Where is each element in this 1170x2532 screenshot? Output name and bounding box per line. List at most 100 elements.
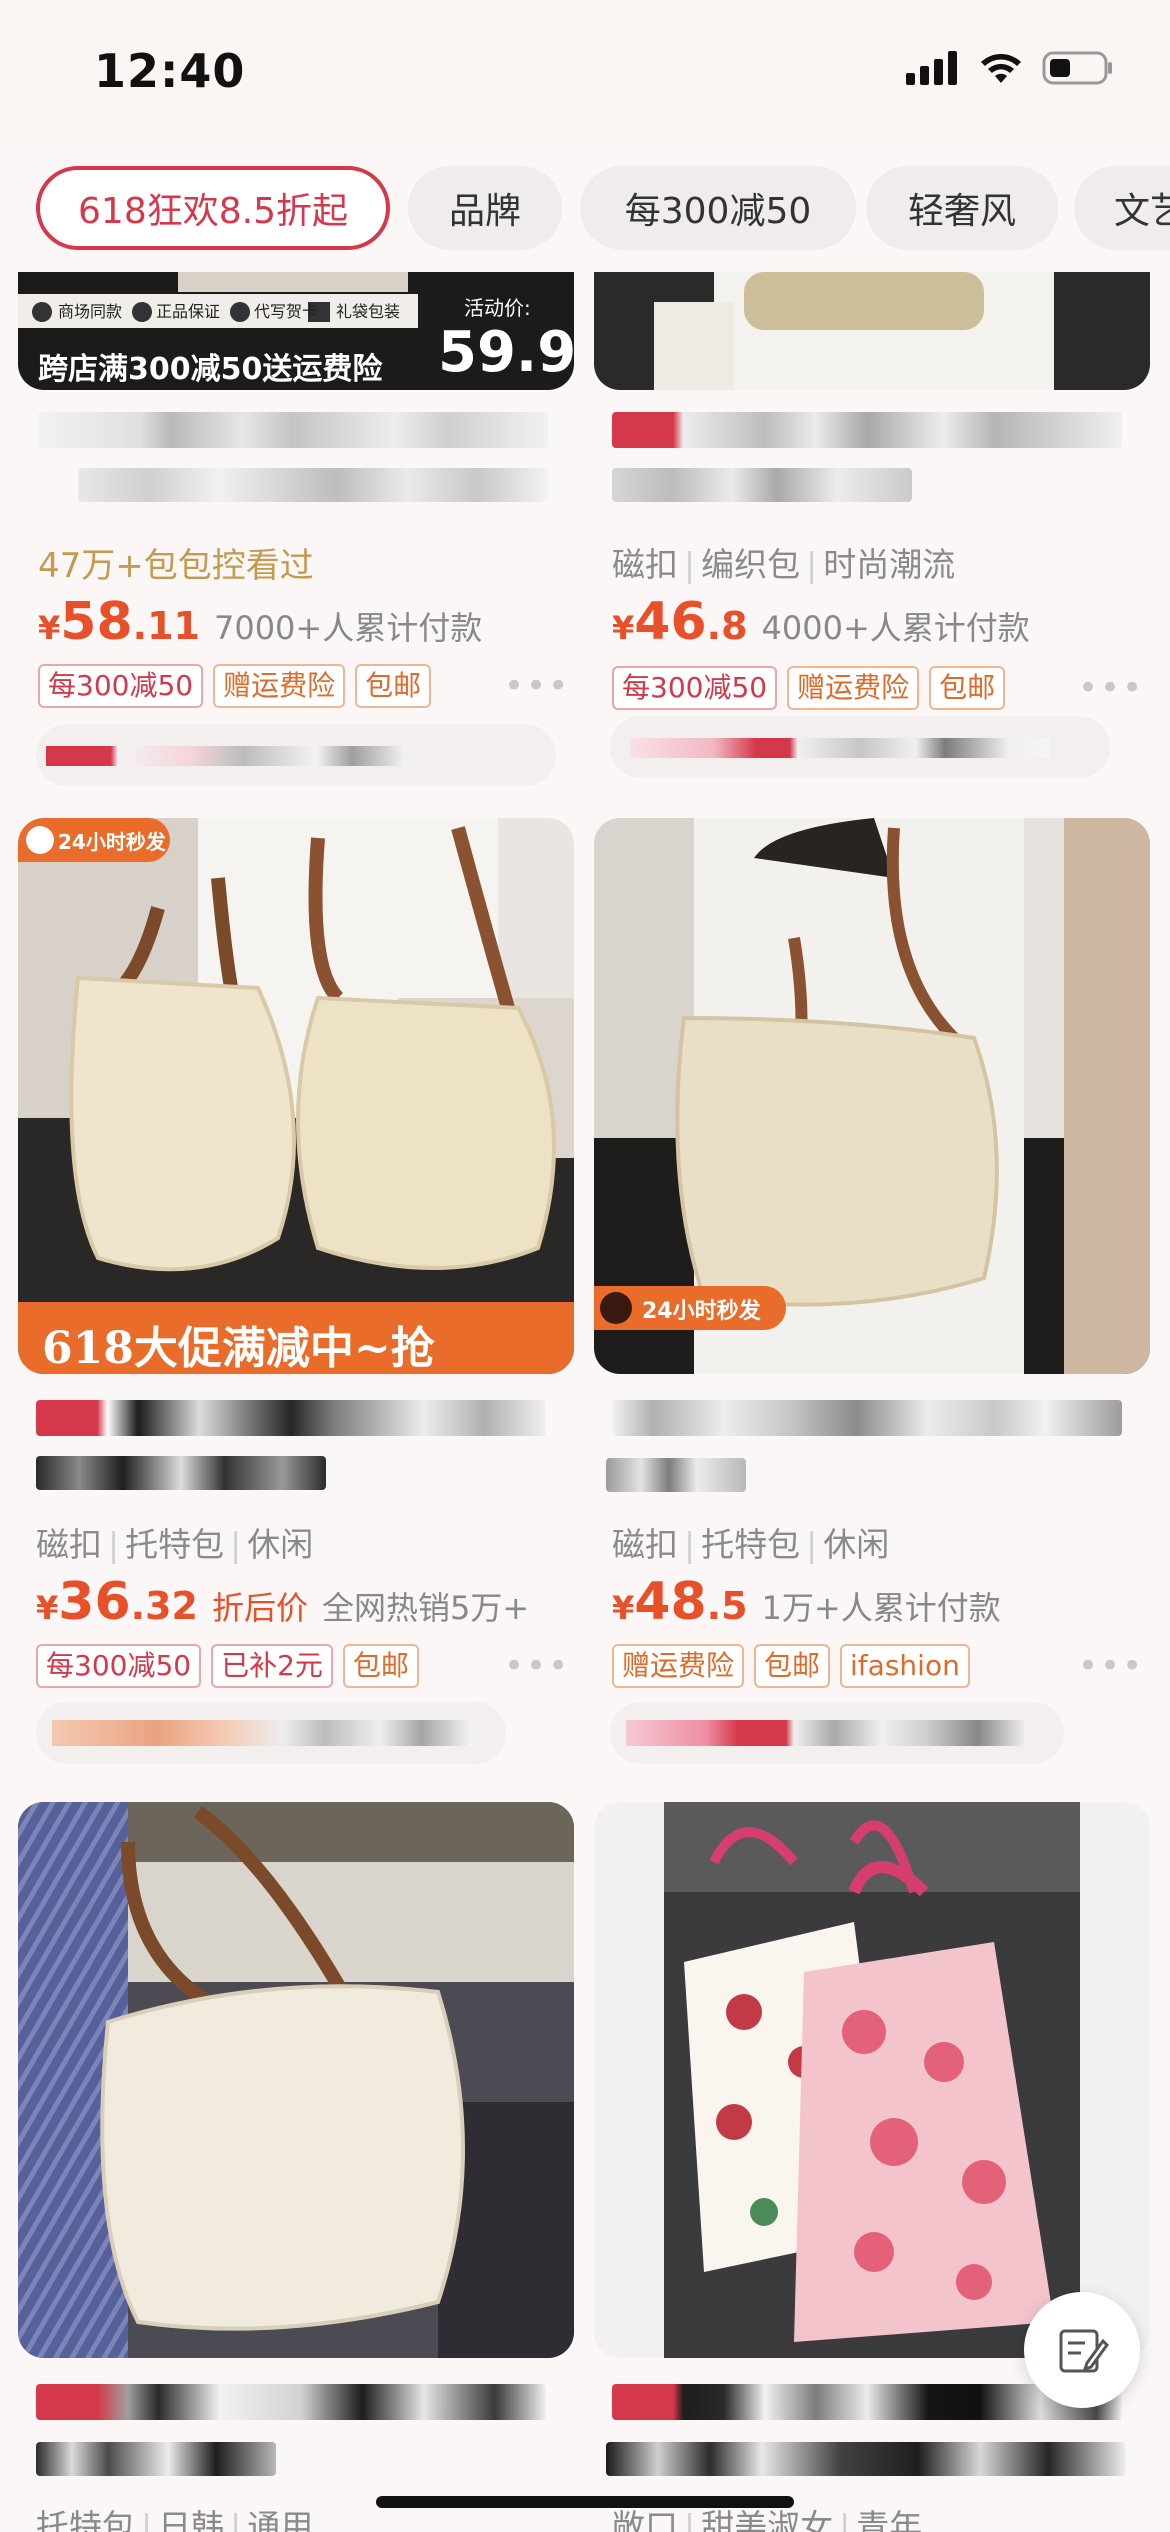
price-decimal: .8	[706, 604, 748, 648]
product-image[interactable]	[18, 1802, 574, 2358]
product-card[interactable]: 24小时秒发 磁扣 | 托特包 | 休闲 ¥ 48 .5 1万+人累计付款 赠运费险 包…	[594, 818, 1150, 1764]
corner-badge: 24小时秒发	[58, 830, 166, 854]
price-integer: 36	[58, 1572, 131, 1632]
product-title-line2	[78, 468, 548, 502]
shop-row[interactable]	[610, 716, 1110, 778]
cellular-signal-icon	[906, 51, 957, 85]
product-title-line2	[612, 468, 912, 502]
tag: 休闲	[823, 1525, 890, 1564]
price-integer: 46	[634, 592, 707, 652]
shop-row[interactable]	[610, 1702, 1064, 1764]
promo-badges: 每300减50 赠运费险 包邮	[38, 664, 432, 708]
sales-count: 全网热销5万+	[321, 1589, 530, 1627]
banner-text: 跨店满300减50送运费险	[38, 352, 383, 387]
sales-count: 7000+人累计付款	[213, 609, 483, 647]
tag: 时尚潮流	[823, 545, 956, 584]
tag: 青年	[856, 2507, 923, 2532]
badge-insurance: 赠运费险	[213, 664, 346, 708]
tag: 托特包	[125, 1525, 225, 1564]
product-tags: 磁扣 | 托特包 | 休闲	[36, 1525, 314, 1564]
product-card[interactable]: 商场同款 正品保证 代写贺卡 礼袋包装 活动价: 跨店满300减50送运费险 5…	[18, 272, 574, 792]
product-card[interactable]: 敞口 | 甜美淑女 | 青年	[594, 1802, 1150, 2532]
promo-banner: 618大促满减中~抢	[42, 1323, 435, 1374]
filter-chip-brand[interactable]: 品牌	[408, 166, 562, 250]
product-image[interactable]	[594, 1802, 1150, 2358]
tag: 托特包	[36, 2507, 135, 2532]
filter-chip-light-luxury[interactable]: 轻奢风	[866, 166, 1058, 250]
price-integer: 58	[60, 592, 133, 652]
tag: 通用	[247, 2507, 314, 2532]
product-card[interactable]: 24小时秒发 618大促满减中~抢 磁扣 | 托特包 | 休闲 ¥ 36 .32 折后价…	[18, 818, 574, 1764]
badge-insurance: 赠运费险	[787, 666, 920, 710]
status-bar: 12:40	[0, 0, 1170, 140]
badge-free-shipping: 包邮	[929, 666, 1006, 710]
filter-chip-literary[interactable]: 文艺	[1074, 166, 1170, 250]
banner-price-label: 活动价:	[464, 296, 531, 320]
badge-free-shipping: 包邮	[342, 1644, 419, 1688]
product-card[interactable]: 磁扣 | 编织包 | 时尚潮流 ¥ 46 .8 4000+人累计付款 每300减50 赠…	[594, 272, 1150, 792]
price-decimal: .11	[132, 604, 200, 648]
price-integer: 48	[634, 1572, 707, 1632]
price-row: ¥ 48 .5 1万+人累计付款	[612, 1572, 1001, 1632]
currency: ¥	[612, 1589, 635, 1627]
floating-edit-button[interactable]	[1024, 2292, 1140, 2408]
product-title	[612, 1400, 1122, 1436]
edit-note-icon	[1059, 2329, 1109, 2373]
after-discount-label: 折后价	[211, 1589, 308, 1627]
product-tags: 磁扣 | 托特包 | 休闲	[612, 1525, 890, 1564]
tag: 磁扣	[612, 545, 678, 584]
price-decimal: .32	[130, 1584, 198, 1628]
product-tags: 托特包 | 日韩 | 通用	[36, 2500, 313, 2532]
filter-bar: 618狂欢8.5折起 品牌 每300减50 轻奢风 文艺	[0, 140, 1170, 272]
tag: 敞口	[612, 2507, 678, 2532]
tag: 托特包	[701, 1525, 801, 1564]
currency: ¥	[36, 1589, 59, 1627]
product-title-line2	[606, 1458, 746, 1492]
more-options-icon[interactable]: •••	[504, 666, 570, 706]
product-title-line2	[606, 2442, 1126, 2476]
product-title	[36, 1400, 546, 1436]
status-icons	[906, 50, 1114, 86]
product-image[interactable]	[594, 272, 1150, 390]
wifi-icon	[981, 54, 1021, 83]
badge-discount: 每300减50	[38, 664, 204, 708]
status-time: 12:40	[94, 44, 246, 98]
tag: 编织包	[701, 545, 801, 584]
more-options-icon[interactable]: •••	[1078, 1646, 1144, 1686]
product-image[interactable]: 24小时秒发 618大促满减中~抢	[18, 818, 574, 1374]
badge-subsidy: 已补2元	[211, 1644, 333, 1688]
sales-count: 1万+人累计付款	[761, 1589, 1001, 1627]
battery-icon	[1042, 51, 1112, 85]
tag: 磁扣	[36, 1525, 102, 1564]
tag: 日韩	[158, 2507, 225, 2532]
product-grid: 商场同款 正品保证 代写贺卡 礼袋包装 活动价: 跨店满300减50送运费险 5…	[0, 272, 1170, 2532]
tag: 磁扣	[612, 1525, 678, 1564]
promo-badges: 每300减50 赠运费险 包邮	[612, 666, 1006, 710]
home-indicator[interactable]	[376, 2496, 794, 2508]
currency: ¥	[612, 609, 635, 647]
banner-tag-card: 代写贺卡	[254, 302, 319, 321]
product-title-line2	[36, 1456, 326, 1490]
product-title	[38, 412, 548, 448]
more-options-icon[interactable]: •••	[504, 1646, 570, 1686]
tag: 休闲	[247, 1525, 314, 1564]
filter-chip-618[interactable]: 618狂欢8.5折起	[36, 166, 390, 250]
product-image[interactable]: 商场同款 正品保证 代写贺卡 礼袋包装 活动价: 跨店满300减50送运费险 5…	[18, 272, 574, 390]
product-image[interactable]: 24小时秒发	[594, 818, 1150, 1374]
product-tags: 磁扣 | 编织包 | 时尚潮流	[612, 545, 956, 584]
banner-tag-gift: 礼袋包装	[336, 302, 401, 321]
price-row: ¥ 46 .8 4000+人累计付款	[612, 592, 1030, 652]
more-options-icon[interactable]: •••	[1078, 668, 1144, 708]
badge-free-shipping: 包邮	[355, 664, 432, 708]
sales-count: 4000+人累计付款	[761, 609, 1030, 647]
promo-badges: 赠运费险 包邮 ifashion	[612, 1644, 970, 1688]
shop-row[interactable]	[36, 724, 556, 786]
banner-tag-genuine: 正品保证	[156, 302, 221, 321]
filter-chip-discount[interactable]: 每300减50	[580, 166, 856, 250]
promo-badges: 每300减50 已补2元 包邮	[36, 1644, 419, 1688]
shop-row[interactable]	[36, 1702, 506, 1764]
corner-badge: 24小时秒发	[642, 1299, 761, 1324]
product-card[interactable]: 托特包 | 日韩 | 通用	[18, 1802, 574, 2532]
product-title-line2	[36, 2442, 276, 2476]
badge-discount: 每300减50	[36, 1644, 202, 1688]
